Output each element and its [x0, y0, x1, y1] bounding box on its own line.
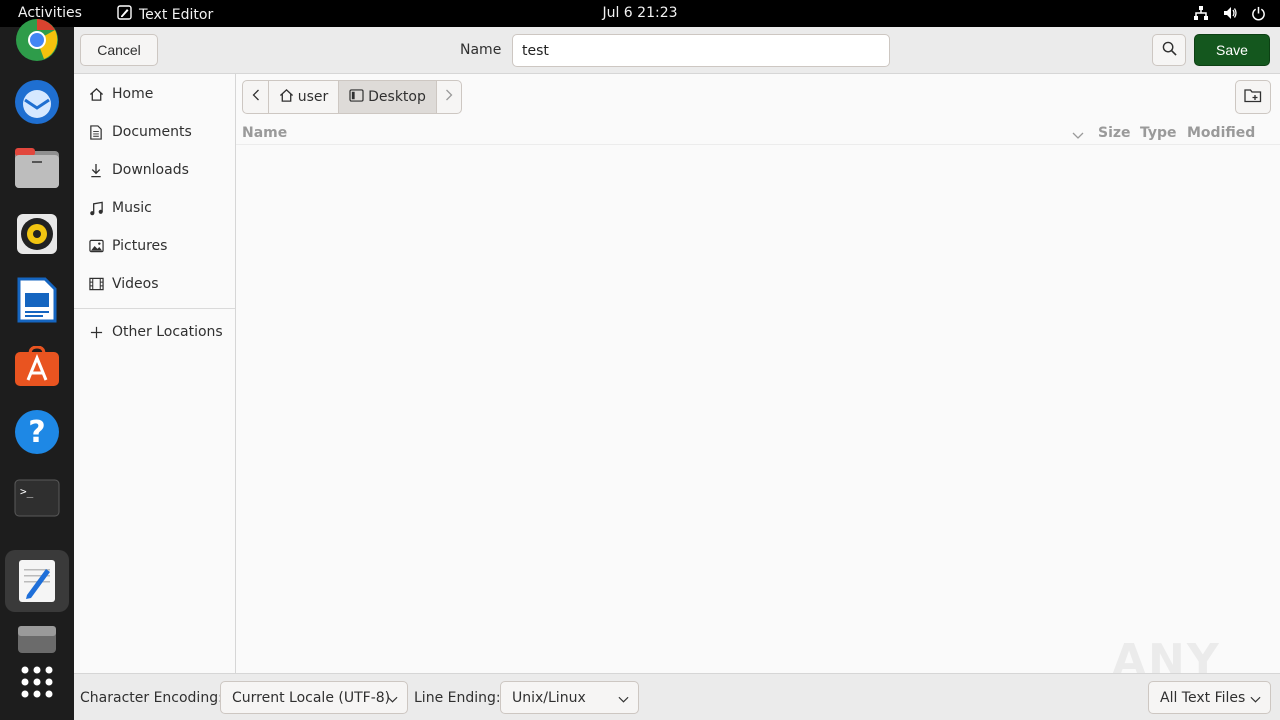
- text-editor-icon: [117, 5, 132, 24]
- home-icon: [88, 86, 104, 102]
- thunderbird-icon[interactable]: [12, 77, 62, 127]
- sidebar-item-pictures[interactable]: Pictures: [74, 228, 235, 264]
- chevron-right-icon: [445, 89, 453, 105]
- dialog-header: Cancel Name Save: [74, 27, 1280, 74]
- path-back-button[interactable]: [243, 81, 269, 113]
- name-label: Name: [460, 42, 502, 58]
- help-icon[interactable]: ?: [12, 407, 62, 457]
- chevron-down-icon: [618, 692, 629, 708]
- top-bar: Activities Text Editor Jul 6 21:23: [0, 0, 1280, 27]
- desktop-icon: [349, 88, 364, 106]
- search-icon: [1162, 41, 1177, 59]
- sidebar-item-videos[interactable]: Videos: [74, 266, 235, 302]
- path-segment-user[interactable]: user: [269, 81, 339, 113]
- sidebar-item-documents[interactable]: Documents: [74, 114, 235, 150]
- power-icon: [1251, 6, 1266, 21]
- home-icon: [279, 88, 294, 107]
- sidebar-item-home[interactable]: Home: [74, 76, 235, 112]
- downloads-icon: [88, 162, 104, 178]
- sidebar-item-label: Music: [112, 200, 152, 216]
- sidebar-item-label: Downloads: [112, 162, 189, 178]
- sidebar-item-label: Videos: [112, 276, 159, 292]
- path-forward-button[interactable]: [437, 81, 461, 113]
- path-bar: user Desktop: [242, 80, 462, 114]
- music-icon: [88, 200, 104, 216]
- sidebar-item-label: Documents: [112, 124, 192, 140]
- new-folder-icon: [1244, 88, 1262, 106]
- sidebar-item-downloads[interactable]: Downloads: [74, 152, 235, 188]
- file-list-header: Name Size Type Modified: [236, 121, 1280, 145]
- save-dialog: Cancel Name Save Home Documents Download…: [74, 27, 1280, 720]
- places-sidebar: Home Documents Downloads Music Pictures …: [74, 74, 236, 673]
- encoding-label: Character Encoding:: [80, 690, 223, 706]
- terminal-icon[interactable]: >_: [12, 473, 62, 523]
- column-type[interactable]: Type: [1140, 125, 1177, 141]
- cancel-button[interactable]: Cancel: [80, 34, 158, 66]
- sidebar-divider: [74, 308, 235, 309]
- clock[interactable]: Jul 6 21:23: [602, 5, 677, 21]
- new-folder-button[interactable]: [1235, 80, 1271, 114]
- text-editor-icon[interactable]: [5, 550, 69, 612]
- encoding-value: Current Locale (UTF-8): [232, 689, 391, 706]
- svg-text:>_: >_: [20, 485, 34, 498]
- encoding-dropdown[interactable]: Current Locale (UTF-8): [220, 681, 408, 714]
- save-button[interactable]: Save: [1194, 34, 1270, 66]
- svg-text:?: ?: [28, 415, 45, 450]
- sidebar-item-label: Home: [112, 86, 154, 102]
- writer-icon[interactable]: [12, 275, 62, 325]
- videos-icon: [88, 276, 104, 292]
- system-tray[interactable]: [1193, 5, 1266, 21]
- dock: ? >_: [0, 19, 74, 720]
- app-menu[interactable]: Text Editor: [117, 5, 213, 24]
- sidebar-item-label: Pictures: [112, 238, 168, 254]
- column-name[interactable]: Name: [242, 125, 287, 141]
- column-size[interactable]: Size: [1098, 125, 1131, 141]
- app-name: Text Editor: [139, 6, 214, 23]
- sidebar-item-other-locations[interactable]: Other Locations: [74, 314, 235, 350]
- sidebar-item-label: Other Locations: [112, 324, 223, 340]
- line-ending-label: Line Ending:: [414, 690, 501, 706]
- rhythmbox-icon[interactable]: [12, 209, 62, 259]
- network-icon: [1193, 5, 1209, 21]
- path-segment-desktop[interactable]: Desktop: [339, 81, 437, 113]
- documents-icon: [88, 124, 104, 140]
- line-ending-value: Unix/Linux: [512, 689, 586, 706]
- sidebar-item-music[interactable]: Music: [74, 190, 235, 226]
- column-modified[interactable]: Modified: [1187, 125, 1255, 141]
- show-apps-icon[interactable]: [12, 657, 62, 707]
- sort-chevron-down-icon[interactable]: [1072, 128, 1084, 144]
- chevron-left-icon: [252, 89, 260, 105]
- dialog-footer: Character Encoding: Current Locale (UTF-…: [74, 673, 1280, 720]
- file-filter-value: All Text Files: [1160, 689, 1246, 706]
- filename-input[interactable]: [512, 34, 890, 67]
- app-center-icon[interactable]: [12, 341, 62, 391]
- plus-icon: [88, 324, 104, 340]
- volume-icon: [1222, 5, 1238, 21]
- path-segment-label: Desktop: [368, 89, 426, 105]
- files-icon[interactable]: [12, 143, 62, 193]
- path-segment-label: user: [297, 89, 329, 105]
- pictures-icon: [88, 238, 104, 254]
- search-button[interactable]: [1152, 34, 1186, 66]
- line-ending-dropdown[interactable]: Unix/Linux: [500, 681, 639, 714]
- chevron-down-icon: [387, 692, 398, 708]
- chevron-down-icon: [1250, 692, 1261, 708]
- file-filter-dropdown[interactable]: All Text Files: [1148, 681, 1271, 714]
- chrome-icon[interactable]: [12, 15, 62, 65]
